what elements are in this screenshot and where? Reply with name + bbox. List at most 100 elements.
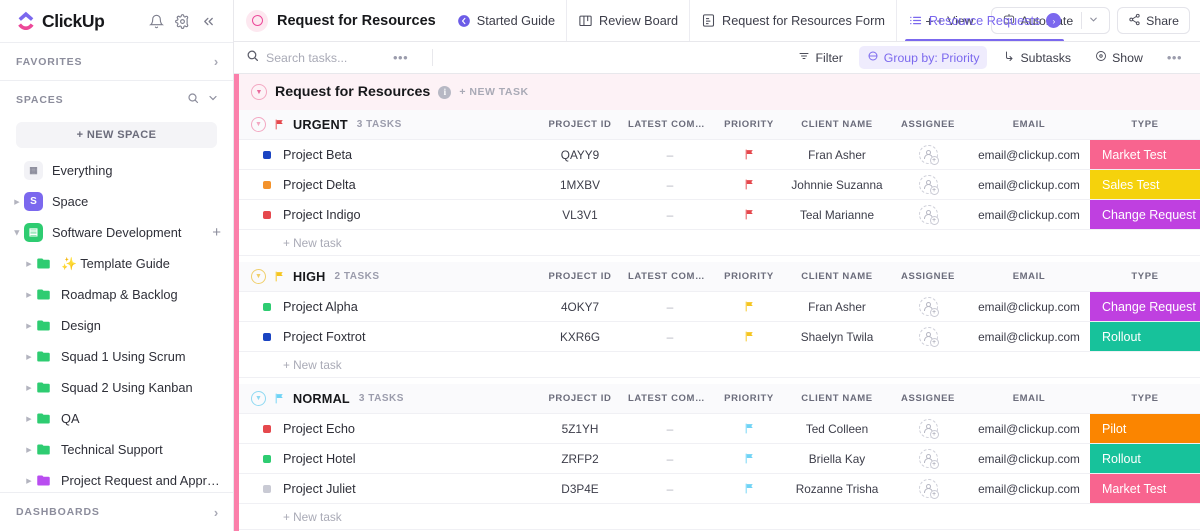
- sidebar-section-dashboards[interactable]: DASHBOARDS ›: [0, 493, 233, 531]
- tab-next-arrow-icon[interactable]: ›: [1046, 13, 1061, 28]
- settings-gear-icon[interactable]: [169, 8, 195, 34]
- cell-client-name[interactable]: Briella Kay: [786, 444, 888, 473]
- expand-caret-icon[interactable]: ▶: [22, 384, 36, 392]
- table-row[interactable]: Project Delta1MXBV–Johnnie Suzanna+email…: [239, 170, 1200, 200]
- cell-client-name[interactable]: Teal Marianne: [786, 200, 888, 229]
- tab-started-guide[interactable]: Started Guide: [446, 0, 566, 41]
- cell-email[interactable]: email@clickup.com: [968, 170, 1090, 199]
- search-input[interactable]: [266, 51, 386, 65]
- cell-latest-comment[interactable]: –: [628, 200, 712, 229]
- table-row[interactable]: Project Echo5Z1YH–Ted Colleen+email@clic…: [239, 414, 1200, 444]
- column-header-client_name[interactable]: CLIENT NAME: [801, 119, 873, 130]
- add-assignee-icon[interactable]: +: [919, 419, 938, 438]
- type-badge[interactable]: Market Test: [1090, 140, 1200, 169]
- cell-project-id[interactable]: 5Z1YH: [532, 414, 628, 443]
- cell-email[interactable]: email@clickup.com: [968, 200, 1090, 229]
- status-indicator[interactable]: [263, 303, 271, 311]
- cell-project-id[interactable]: 1MXBV: [532, 170, 628, 199]
- sidebar-item-squad-1-using-scrum[interactable]: ▶ Squad 1 Using Scrum: [0, 341, 233, 372]
- column-header-client_name[interactable]: CLIENT NAME: [801, 271, 873, 282]
- group-header-urgent[interactable]: ▼URGENT3 TASKSPROJECT IDLATEST COMME...P…: [239, 110, 1200, 140]
- show-button[interactable]: Show: [1087, 46, 1151, 69]
- cell-priority[interactable]: [712, 322, 786, 351]
- cell-email[interactable]: email@clickup.com: [968, 322, 1090, 351]
- group-header-normal[interactable]: ▼NORMAL3 TASKSPROJECT IDLATEST COMME...P…: [239, 384, 1200, 414]
- type-badge[interactable]: Rollout: [1090, 322, 1200, 351]
- group-collapse-icon[interactable]: ▼: [251, 269, 266, 284]
- status-indicator[interactable]: [263, 425, 271, 433]
- add-assignee-icon[interactable]: +: [919, 175, 938, 194]
- subtasks-button[interactable]: Subtasks: [995, 46, 1079, 69]
- cell-assignee[interactable]: +: [888, 292, 968, 321]
- cell-email[interactable]: email@clickup.com: [968, 414, 1090, 443]
- expand-caret-icon[interactable]: ▶: [10, 198, 24, 206]
- table-row[interactable]: Project Alpha4OKY7–Fran Asher+email@clic…: [239, 292, 1200, 322]
- cell-email[interactable]: email@clickup.com: [968, 444, 1090, 473]
- notifications-bell-icon[interactable]: [143, 8, 169, 34]
- chevron-down-circle-icon[interactable]: ▼: [251, 84, 267, 100]
- status-indicator[interactable]: [263, 181, 271, 189]
- type-badge[interactable]: Rollout: [1090, 444, 1200, 473]
- cell-priority[interactable]: [712, 140, 786, 169]
- cell-assignee[interactable]: +: [888, 140, 968, 169]
- sidebar-item-everything[interactable]: ▦ Everything: [0, 155, 233, 186]
- expand-caret-icon[interactable]: ▶: [22, 260, 36, 268]
- sidebar-item-technical-support[interactable]: ▶ Technical Support: [0, 434, 233, 465]
- cell-type[interactable]: Change Request: [1090, 292, 1200, 321]
- cell-type[interactable]: Pilot: [1090, 414, 1200, 443]
- cell-assignee[interactable]: +: [888, 322, 968, 351]
- sidebar-section-favorites[interactable]: FAVORITES ›: [0, 42, 233, 80]
- table-row[interactable]: Project JulietD3P4E–Rozanne Trisha+email…: [239, 474, 1200, 504]
- share-button[interactable]: Share: [1117, 7, 1190, 34]
- status-indicator[interactable]: [263, 151, 271, 159]
- cell-priority[interactable]: [712, 292, 786, 321]
- column-header-assignee[interactable]: ASSIGNEE: [901, 393, 955, 404]
- group-header-high[interactable]: ▼HIGH2 TASKSPROJECT IDLATEST COMME...PRI…: [239, 262, 1200, 292]
- group-by-button[interactable]: Group by: Priority: [859, 46, 988, 69]
- status-indicator[interactable]: [263, 485, 271, 493]
- info-icon[interactable]: i: [438, 86, 451, 99]
- add-assignee-icon[interactable]: +: [919, 205, 938, 224]
- cell-type[interactable]: Market Test: [1090, 140, 1200, 169]
- cell-type[interactable]: Rollout: [1090, 322, 1200, 351]
- status-indicator[interactable]: [263, 333, 271, 341]
- column-header-type[interactable]: TYPE: [1131, 271, 1158, 282]
- tab-resource-requests[interactable]: Resource Requests ›: [896, 0, 1072, 41]
- expand-caret-icon[interactable]: ▶: [22, 291, 36, 299]
- expand-caret-icon[interactable]: ▶: [22, 322, 36, 330]
- cell-latest-comment[interactable]: –: [628, 140, 712, 169]
- filter-button[interactable]: Filter: [790, 46, 850, 69]
- column-header-priority[interactable]: PRIORITY: [724, 119, 774, 130]
- column-header-latest_comment[interactable]: LATEST COMME...: [628, 119, 712, 130]
- column-header-priority[interactable]: PRIORITY: [724, 393, 774, 404]
- sidebar-item-project-request-and-approval[interactable]: ▶ Project Request and Approval: [0, 465, 233, 492]
- sidebar-item-template-guide[interactable]: ▶ ✨ Template Guide: [0, 248, 233, 279]
- type-badge[interactable]: Sales Test: [1090, 170, 1200, 199]
- new-task-row[interactable]: + New task: [239, 230, 1200, 256]
- add-assignee-icon[interactable]: +: [919, 327, 938, 346]
- cell-client-name[interactable]: Fran Asher: [786, 140, 888, 169]
- collapse-sidebar-icon[interactable]: [195, 8, 221, 34]
- expand-caret-icon[interactable]: ▶: [22, 446, 36, 454]
- clickup-logo[interactable]: ClickUp: [16, 11, 143, 32]
- type-badge[interactable]: Market Test: [1090, 474, 1200, 503]
- group-collapse-icon[interactable]: ▼: [251, 391, 266, 406]
- cell-priority[interactable]: [712, 474, 786, 503]
- type-badge[interactable]: Pilot: [1090, 414, 1200, 443]
- cell-email[interactable]: email@clickup.com: [968, 474, 1090, 503]
- expand-caret-icon[interactable]: ▶: [13, 226, 21, 240]
- column-header-email[interactable]: EMAIL: [1013, 271, 1046, 282]
- sidebar-item-roadmap-backlog[interactable]: ▶ Roadmap & Backlog: [0, 279, 233, 310]
- table-row[interactable]: Project HotelZRFP2–Briella Kay+email@cli…: [239, 444, 1200, 474]
- column-header-latest_comment[interactable]: LATEST COMME...: [628, 271, 712, 282]
- sidebar-item-design[interactable]: ▶ Design: [0, 310, 233, 341]
- task-scroll-area[interactable]: ▼ Request for Resources i + NEW TASK ▼UR…: [239, 74, 1200, 531]
- column-header-email[interactable]: EMAIL: [1013, 119, 1046, 130]
- add-assignee-icon[interactable]: +: [919, 449, 938, 468]
- cell-client-name[interactable]: Johnnie Suzanna: [786, 170, 888, 199]
- cell-priority[interactable]: [712, 414, 786, 443]
- cell-latest-comment[interactable]: –: [628, 170, 712, 199]
- cell-priority[interactable]: [712, 170, 786, 199]
- sidebar-item-qa[interactable]: ▶ QA: [0, 403, 233, 434]
- cell-assignee[interactable]: +: [888, 474, 968, 503]
